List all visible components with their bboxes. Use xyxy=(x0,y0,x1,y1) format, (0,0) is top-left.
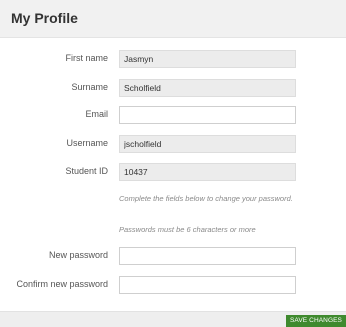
surname-label: Surname xyxy=(71,82,108,92)
email-row: Email xyxy=(0,106,346,126)
confirm-password-label: Confirm new password xyxy=(16,279,108,289)
confirm-password-row: Confirm new password xyxy=(0,276,346,296)
page-title: My Profile xyxy=(11,10,78,26)
profile-header: My Profile xyxy=(0,0,346,38)
new-password-label: New password xyxy=(48,250,108,260)
student-id-row: Student ID xyxy=(0,163,346,183)
username-row: Username xyxy=(0,135,346,155)
student-id-field[interactable] xyxy=(119,163,296,181)
email-field[interactable] xyxy=(119,106,296,124)
save-changes-button[interactable]: SAVE CHANGES xyxy=(286,315,346,327)
surname-field[interactable] xyxy=(119,79,296,97)
surname-row: Surname xyxy=(0,79,346,99)
first-name-label: First name xyxy=(65,53,108,63)
new-password-row: New password xyxy=(0,247,346,267)
confirm-password-field[interactable] xyxy=(119,276,296,294)
password-change-help: Complete the fields below to change your… xyxy=(119,194,293,203)
username-label: Username xyxy=(66,138,108,148)
first-name-field[interactable] xyxy=(119,50,296,68)
new-password-field[interactable] xyxy=(119,247,296,265)
first-name-row: First name xyxy=(0,50,346,70)
student-id-label: Student ID xyxy=(65,166,108,176)
username-field[interactable] xyxy=(119,135,296,153)
password-length-help: Passwords must be 6 characters or more xyxy=(119,225,256,234)
email-label: Email xyxy=(85,109,108,119)
